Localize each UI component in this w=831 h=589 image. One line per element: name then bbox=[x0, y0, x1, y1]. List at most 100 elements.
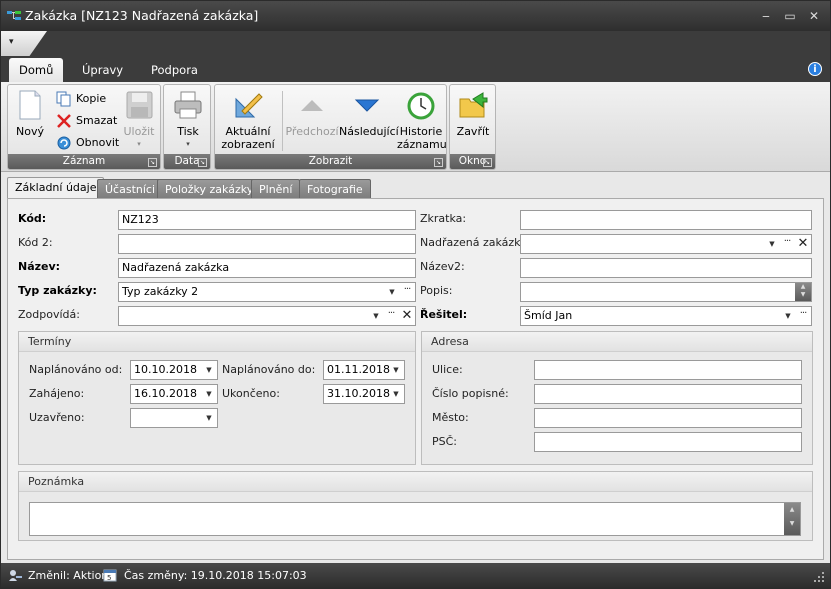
next-button[interactable]: Následující bbox=[339, 89, 399, 138]
new-button[interactable]: Nový bbox=[12, 89, 48, 138]
poznamka-textarea[interactable]: ▲ ▼ bbox=[29, 502, 801, 536]
resize-grip-icon[interactable] bbox=[813, 571, 827, 585]
mesto-field[interactable] bbox=[534, 408, 802, 428]
zodpovida-combo[interactable]: ▼ ··· ✕ bbox=[118, 306, 416, 326]
ribbon-group-okno: Zavřít Okno ↘ bbox=[449, 84, 496, 170]
save-dropdown-icon: ▾ bbox=[137, 140, 141, 148]
dialog-launcher-icon[interactable]: ↘ bbox=[198, 158, 207, 167]
naplanovano-od-label: Naplánováno od: bbox=[29, 363, 123, 376]
mesto-label: Město: bbox=[432, 411, 469, 424]
app-icon bbox=[7, 10, 21, 22]
dialog-launcher-icon[interactable]: ↘ bbox=[434, 158, 443, 167]
naplanovano-do-label: Naplánováno do: bbox=[222, 363, 316, 376]
kod2-field[interactable] bbox=[118, 234, 416, 254]
tab-plneni[interactable]: Plnění bbox=[251, 179, 301, 199]
nadrazena-zakazka-combo[interactable]: ▼ ··· ✕ bbox=[520, 234, 812, 254]
clear-x-icon[interactable]: ✕ bbox=[400, 307, 414, 325]
ukonceno-date[interactable]: 31.10.2018 ▼ bbox=[323, 384, 405, 404]
ribbon-group-data: Tisk ▾ Data ↘ bbox=[163, 84, 211, 170]
scroll-down-icon[interactable]: ▼ bbox=[795, 291, 811, 299]
document-area: Základní údaje Účastníci Položky zakázky… bbox=[5, 177, 826, 561]
copy-button[interactable]: Kopie bbox=[56, 89, 106, 109]
arrow-up-icon bbox=[296, 89, 328, 121]
dropdown-arrow-icon[interactable]: ▼ bbox=[202, 385, 216, 403]
ribbon-tab-upravy[interactable]: Úpravy bbox=[72, 58, 133, 82]
clear-x-icon[interactable]: ✕ bbox=[796, 235, 810, 253]
dropdown-arrow-icon[interactable]: ▼ bbox=[369, 307, 383, 325]
typ-zakazky-label: Typ zakázky: bbox=[18, 284, 97, 297]
quick-access-menu-button[interactable]: ▾ bbox=[1, 31, 47, 56]
terminy-group: Termíny Naplánováno od: 10.10.2018 ▼ Nap… bbox=[18, 331, 416, 465]
kod-field[interactable]: NZ123 bbox=[118, 210, 416, 230]
new-document-icon bbox=[14, 89, 46, 121]
dropdown-arrow-icon[interactable]: ▼ bbox=[781, 307, 795, 325]
zkratka-field[interactable] bbox=[520, 210, 812, 230]
dropdown-arrow-icon[interactable]: ▼ bbox=[389, 385, 403, 403]
delete-button[interactable]: Smazat bbox=[56, 111, 117, 131]
ellipsis-icon[interactable]: ··· bbox=[796, 307, 810, 325]
nazev-field[interactable]: Nadřazená zakázka bbox=[118, 258, 416, 278]
typ-zakazky-combo[interactable]: Typ zakázky 2 ▼ ··· bbox=[118, 282, 416, 302]
cislo-popisne-field[interactable] bbox=[534, 384, 802, 404]
maximize-button[interactable]: ▭ bbox=[780, 7, 800, 25]
nazev2-field[interactable] bbox=[520, 258, 812, 278]
arrow-down-icon bbox=[351, 89, 383, 121]
tab-polozky-zakazky[interactable]: Položky zakázky bbox=[157, 179, 262, 199]
new-button-label: Nový bbox=[16, 125, 44, 138]
ribbon-tab-podpora[interactable]: Podpora bbox=[141, 58, 208, 82]
delete-label: Smazat bbox=[76, 114, 118, 127]
dropdown-arrow-icon[interactable]: ▼ bbox=[385, 283, 399, 301]
tab-ucastnici[interactable]: Účastníci bbox=[97, 179, 164, 199]
resitel-combo[interactable]: Šmíd Jan ▼ ··· bbox=[520, 306, 812, 326]
ribbon-tab-bar: Domů Úpravy Podpora i bbox=[1, 56, 830, 82]
dropdown-arrow-icon[interactable]: ▼ bbox=[389, 361, 403, 379]
status-bar: Změnil: Aktion 5 Čas změny: 19.10.2018 1… bbox=[1, 563, 830, 588]
scroll-up-icon[interactable]: ▲ bbox=[784, 503, 800, 517]
info-icon[interactable]: i bbox=[808, 62, 822, 76]
ellipsis-icon[interactable]: ··· bbox=[780, 235, 794, 253]
tab-zakladni-udaje[interactable]: Základní údaje bbox=[7, 177, 105, 199]
popis-scrollbar[interactable]: ▲ ▼ bbox=[795, 283, 811, 301]
dropdown-arrow-icon[interactable]: ▼ bbox=[202, 361, 216, 379]
uzavreno-date[interactable]: ▼ bbox=[130, 408, 218, 428]
refresh-button[interactable]: Obnovit bbox=[56, 133, 119, 153]
print-button[interactable]: Tisk ▾ bbox=[168, 89, 208, 151]
dialog-launcher-icon[interactable]: ↘ bbox=[483, 158, 492, 167]
close-button[interactable]: ✕ bbox=[804, 7, 824, 25]
change-time-text: Čas změny: 19.10.2018 15:07:03 bbox=[124, 569, 307, 582]
scroll-up-icon[interactable]: ▲ bbox=[795, 283, 811, 291]
naplanovano-od-value: 10.10.2018 bbox=[134, 363, 197, 376]
changed-by-text: Změnil: Aktion bbox=[28, 569, 109, 582]
current-view-label-1: Aktuální bbox=[225, 125, 271, 138]
resitel-value: Šmíd Jan bbox=[524, 309, 573, 322]
poznamka-scrollbar[interactable]: ▲ ▼ bbox=[784, 503, 800, 535]
dialog-launcher-icon[interactable]: ↘ bbox=[148, 158, 157, 167]
nazev2-label: Název2: bbox=[420, 260, 465, 273]
zahajeno-date[interactable]: 16.10.2018 ▼ bbox=[130, 384, 218, 404]
history-button[interactable]: Historie záznamu bbox=[397, 89, 447, 151]
dropdown-arrow-icon[interactable]: ▼ bbox=[765, 235, 779, 253]
close-window-button[interactable]: Zavřít bbox=[452, 89, 494, 138]
previous-button[interactable]: Předchozí bbox=[285, 89, 339, 138]
print-dropdown-icon: ▾ bbox=[186, 140, 190, 148]
naplanovano-do-date[interactable]: 01.11.2018 ▼ bbox=[323, 360, 405, 380]
save-button[interactable]: Uložit ▾ bbox=[122, 89, 156, 151]
ulice-field[interactable] bbox=[534, 360, 802, 380]
popis-field[interactable]: ▲ ▼ bbox=[520, 282, 812, 302]
tab-fotografie[interactable]: Fotografie bbox=[299, 179, 371, 199]
adresa-header: Adresa bbox=[422, 332, 812, 352]
psc-field[interactable] bbox=[534, 432, 802, 452]
ukonceno-value: 31.10.2018 bbox=[327, 387, 390, 400]
ribbon-tab-domu[interactable]: Domů bbox=[9, 58, 64, 82]
ellipsis-icon[interactable]: ··· bbox=[384, 307, 398, 325]
naplanovano-do-value: 01.11.2018 bbox=[327, 363, 390, 376]
minimize-button[interactable]: ‒ bbox=[756, 7, 776, 25]
delete-x-icon bbox=[56, 113, 72, 129]
dropdown-arrow-icon[interactable]: ▼ bbox=[202, 409, 216, 427]
ellipsis-icon[interactable]: ··· bbox=[400, 283, 414, 301]
zahajeno-value: 16.10.2018 bbox=[134, 387, 197, 400]
naplanovano-od-date[interactable]: 10.10.2018 ▼ bbox=[130, 360, 218, 380]
scroll-down-icon[interactable]: ▼ bbox=[784, 517, 800, 531]
current-view-button[interactable]: Aktuální zobrazení ▾ bbox=[217, 89, 279, 164]
user-key-icon bbox=[8, 568, 22, 582]
